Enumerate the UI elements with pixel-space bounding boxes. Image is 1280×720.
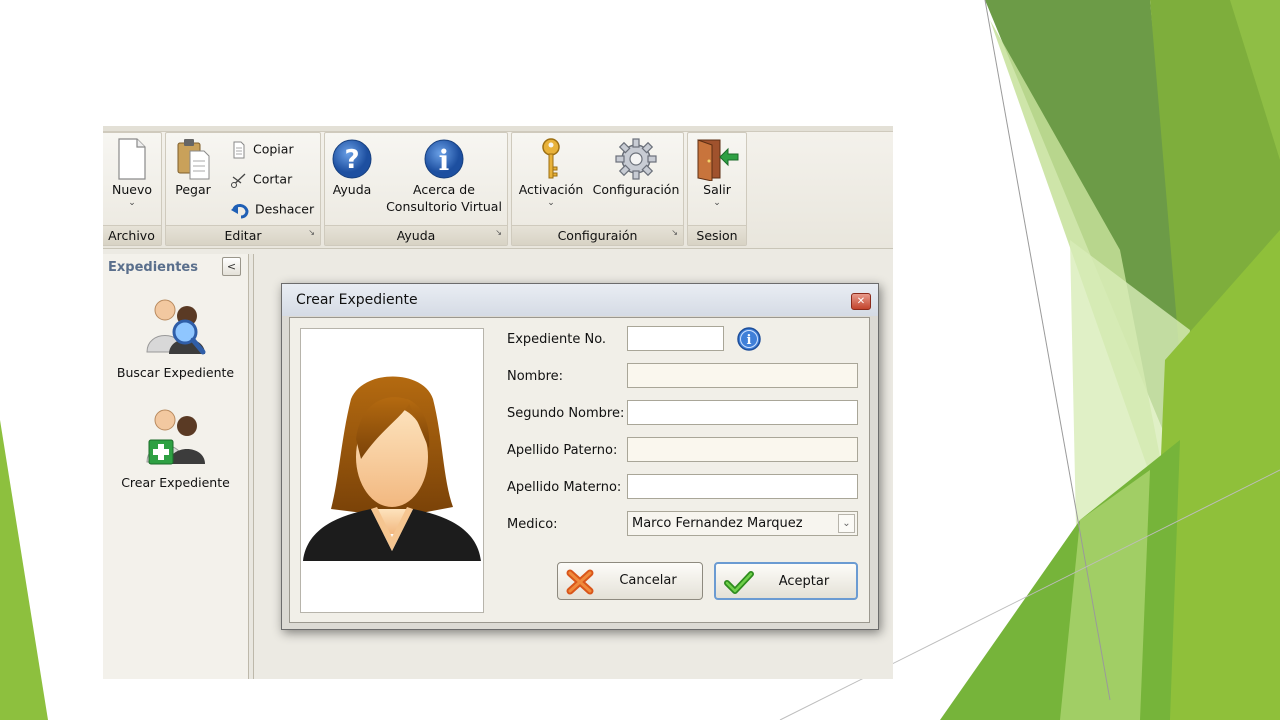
help-icon: ? [332, 139, 372, 179]
ribbon-group-sesion: Salir ⌄ Sesion [687, 132, 747, 246]
crear-expediente-dialog: Crear Expediente ✕ Expediente No. i Nomb… [281, 283, 879, 630]
gear-icon [615, 138, 657, 180]
chevron-left-icon: < [226, 260, 237, 273]
medico-label: Medico: [507, 517, 558, 532]
close-icon: ✕ [856, 296, 866, 307]
acerca-label-line1: Acerca de [413, 182, 475, 197]
nombre-label: Nombre: [507, 369, 564, 384]
configuracion-button[interactable]: Configuración [590, 137, 682, 198]
acerca-button[interactable]: i Acerca de Consultorio Virtual [381, 137, 507, 215]
svg-text:i: i [747, 333, 752, 348]
apellido-paterno-input[interactable] [627, 437, 858, 462]
chevron-down-icon: ⌄ [713, 198, 721, 208]
deshacer-button[interactable]: Deshacer [230, 201, 314, 219]
accept-label: Aceptar [778, 574, 830, 589]
paste-icon [177, 139, 210, 180]
segundo-nombre-label: Segundo Nombre: [507, 406, 625, 421]
dialog-title: Crear Expediente [296, 292, 418, 308]
chevron-down-icon: ⌄ [547, 198, 555, 208]
ayuda-label: Ayuda [332, 182, 372, 197]
medico-select[interactable]: Marco Fernandez Marquez ⌄ [627, 511, 858, 536]
ribbon-group-configuracion: Activación ⌄ Configuración Configuraión … [511, 132, 684, 246]
chevron-down-icon: ⌄ [128, 198, 136, 208]
add-patient-icon [145, 409, 205, 465]
application-window: Nuevo ⌄ Archivo Pegar Copiar Cortar Desh… [103, 126, 893, 679]
copy-icon [233, 141, 245, 159]
svg-text:i: i [439, 144, 450, 177]
group-label-editar: Editar ↘ [166, 225, 320, 245]
cancel-x-icon [566, 569, 594, 595]
editar-group-text: Editar [224, 228, 262, 243]
sidebar-item-label: Crear Expediente [121, 475, 230, 490]
cancel-label: Cancelar [619, 573, 677, 588]
scissors-icon [231, 173, 246, 188]
sidebar-title: Expedientes [108, 260, 198, 275]
sidebar-item-buscar-expediente[interactable]: Buscar Expediente [103, 292, 248, 380]
sidebar-item-label: Buscar Expediente [116, 365, 235, 380]
segundo-nombre-input[interactable] [627, 400, 858, 425]
key-icon [542, 138, 560, 179]
ribbon-group-ayuda: ? Ayuda i Acerca de Consultorio Virtual … [324, 132, 508, 246]
expedientes-sidebar: Expedientes < Buscar Expediente Crear Ex… [103, 254, 249, 679]
pegar-button[interactable]: Pegar [170, 137, 216, 198]
dialog-launcher-icon[interactable]: ↘ [308, 223, 315, 242]
person-avatar-icon [303, 376, 481, 561]
exit-door-icon [697, 139, 739, 181]
ayuda-group-text: Ayuda [396, 228, 436, 243]
apellido-paterno-label: Apellido Paterno: [507, 443, 618, 458]
group-label-ayuda: Ayuda ↘ [325, 225, 507, 245]
nuevo-label: Nuevo [111, 182, 152, 197]
collapse-sidebar-button[interactable]: < [222, 257, 241, 276]
deshacer-label: Deshacer [255, 201, 315, 217]
nuevo-button[interactable]: Nuevo ⌄ [106, 137, 158, 208]
dialog-titlebar[interactable]: Crear Expediente ✕ [282, 284, 878, 316]
apellido-materno-label: Apellido Materno: [507, 480, 622, 495]
expediente-no-label: Expediente No. [507, 332, 607, 347]
apellido-materno-input[interactable] [627, 474, 858, 499]
cortar-button[interactable]: Cortar [230, 171, 292, 189]
dialog-body: Expediente No. i Nombre: Segundo Nombre:… [289, 317, 870, 623]
pegar-label: Pegar [175, 182, 211, 197]
dialog-launcher-icon[interactable]: ↘ [671, 223, 678, 242]
new-document-icon [118, 138, 146, 180]
close-button[interactable]: ✕ [851, 293, 871, 310]
chevron-down-icon[interactable]: ⌄ [838, 514, 855, 533]
info-icon[interactable]: i [736, 326, 762, 352]
ribbon-group-archivo: Nuevo ⌄ Archivo [103, 132, 162, 246]
activacion-button[interactable]: Activación ⌄ [514, 137, 588, 208]
copiar-button[interactable]: Copiar [230, 141, 294, 159]
svg-text:?: ? [344, 145, 359, 175]
info-icon: i [424, 139, 464, 179]
checkmark-icon [724, 571, 754, 594]
salir-label: Salir [703, 182, 731, 197]
patient-photo[interactable] [300, 328, 484, 613]
nombre-input[interactable] [627, 363, 858, 388]
activacion-label: Activación [518, 182, 584, 197]
search-patient-icon [145, 299, 205, 355]
group-label-archivo: Archivo [103, 225, 161, 245]
expediente-no-input[interactable] [627, 326, 724, 351]
ribbon: Nuevo ⌄ Archivo Pegar Copiar Cortar Desh… [103, 126, 893, 249]
acerca-label-line2: Consultorio Virtual [386, 199, 502, 214]
cortar-label: Cortar [253, 171, 293, 187]
salir-button[interactable]: Salir ⌄ [691, 137, 743, 208]
dialog-launcher-icon[interactable]: ↘ [495, 223, 502, 242]
configuracion-group-text: Configuraión [557, 228, 638, 243]
accept-button[interactable]: Aceptar [714, 562, 858, 600]
ribbon-group-editar: Pegar Copiar Cortar Deshacer Editar ↘ [165, 132, 321, 246]
group-label-configuracion: Configuraión ↘ [512, 225, 683, 245]
configuracion-label: Configuración [592, 182, 680, 197]
cancel-button[interactable]: Cancelar [557, 562, 703, 600]
group-label-sesion: Sesion [688, 225, 746, 245]
medico-selected-value: Marco Fernandez Marquez [632, 516, 803, 531]
sidebar-item-crear-expediente[interactable]: Crear Expediente [103, 402, 248, 490]
copiar-label: Copiar [253, 141, 294, 157]
ayuda-button[interactable]: ? Ayuda [327, 137, 377, 198]
undo-icon [231, 204, 249, 219]
